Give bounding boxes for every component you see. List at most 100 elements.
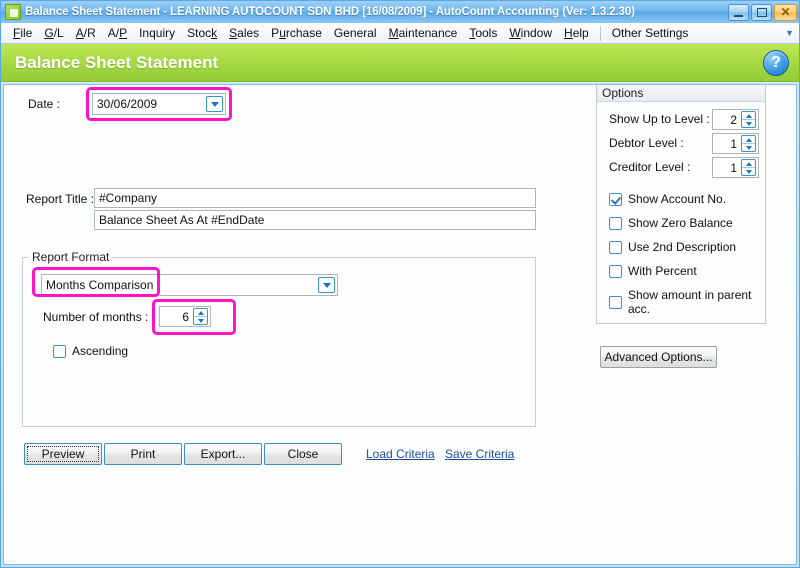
menu-item-general[interactable]: General: [328, 24, 383, 42]
menu-item-gl[interactable]: G/L: [38, 24, 69, 42]
minimize-button[interactable]: [728, 3, 749, 21]
app-icon: [5, 4, 21, 20]
menu-item-stock[interactable]: Stock: [181, 24, 223, 42]
spin-down-button[interactable]: [742, 120, 755, 127]
close-button[interactable]: ✕: [774, 3, 797, 21]
checkbox-row-show-account-no[interactable]: Show Account No.: [609, 192, 726, 206]
debtor-level-value: 1: [730, 136, 737, 151]
menu-label-file-rest: ile: [20, 26, 33, 40]
ascending-checkbox[interactable]: [53, 344, 66, 358]
date-label: Date :: [28, 97, 61, 111]
with-percent-label: With Percent: [628, 264, 697, 278]
show-up-to-level-stepper[interactable]: 2: [712, 109, 759, 130]
options-panel-title: Options: [597, 85, 765, 102]
form-client-area: Date : 30/06/2009 Report Title : Report …: [3, 84, 797, 565]
checkbox-row-show-amount-in-parent-acc[interactable]: Show amount in parent acc.: [609, 288, 765, 316]
spin-down-button[interactable]: [194, 317, 207, 324]
ascending-checkbox-row[interactable]: Ascending: [53, 344, 128, 358]
show-amount-in-parent-acc-label: Show amount in parent acc.: [628, 288, 752, 316]
chevron-down-icon: [210, 101, 219, 107]
menu-item-ar[interactable]: A/R: [70, 24, 102, 42]
report-format-dropdown-button[interactable]: [318, 277, 335, 293]
menu-item-help[interactable]: Help: [558, 24, 595, 42]
chevron-up-icon: [745, 137, 752, 142]
checkbox-row-use-2nd-description[interactable]: Use 2nd Description: [609, 240, 736, 254]
menu-item-purchase[interactable]: Purchase: [265, 24, 328, 42]
spin-up-button[interactable]: [742, 112, 755, 120]
close-icon: ✕: [780, 5, 791, 19]
menu-item-window[interactable]: Window: [503, 24, 558, 42]
menu-item-tools[interactable]: Tools: [463, 24, 503, 42]
show-up-to-level-spin-buttons[interactable]: [741, 111, 756, 128]
page-title: Balance Sheet Statement: [15, 52, 219, 72]
creditor-level-stepper[interactable]: 1: [712, 157, 759, 178]
report-title-label: Report Title :: [26, 192, 95, 206]
date-input[interactable]: 30/06/2009: [92, 93, 226, 115]
advanced-options-button[interactable]: Advanced Options...: [600, 346, 717, 368]
spin-up-button[interactable]: [742, 136, 755, 144]
chevron-up-icon: [197, 310, 204, 315]
show-zero-balance-checkbox[interactable]: [609, 216, 622, 230]
checkbox-row-with-percent[interactable]: With Percent: [609, 264, 697, 278]
close-form-button[interactable]: Close: [264, 443, 342, 465]
debtor-level-spin-buttons[interactable]: [741, 135, 756, 152]
creditor-level-spin-buttons[interactable]: [741, 159, 756, 176]
menu-item-inquiry[interactable]: Inquiry: [133, 24, 181, 42]
window-title: Balance Sheet Statement - LEARNING AUTOC…: [25, 6, 635, 18]
load-criteria-link[interactable]: Load Criteria: [366, 447, 435, 461]
menu-bar: File G/L A/R A/P Inquiry Stock Sales Pur…: [1, 23, 799, 44]
show-zero-balance-label: Show Zero Balance: [628, 216, 733, 230]
menu-separator: [599, 25, 601, 41]
menu-item-sales[interactable]: Sales: [223, 24, 265, 42]
report-format-dropdown[interactable]: Months Comparison: [41, 274, 338, 296]
chevron-down-icon: [197, 318, 204, 323]
preview-button[interactable]: Preview: [24, 443, 102, 465]
page-banner: Balance Sheet Statement ?: [1, 44, 799, 82]
creditor-level-label: Creditor Level :: [609, 160, 691, 174]
minimize-icon: [734, 14, 743, 17]
number-of-months-stepper[interactable]: 6: [159, 306, 211, 327]
report-title-line1-input[interactable]: [94, 188, 536, 208]
menu-item-maintenance[interactable]: Maintenance: [383, 24, 464, 42]
maximize-icon: [757, 7, 767, 17]
use-2nd-description-checkbox[interactable]: [609, 240, 622, 254]
debtor-level-stepper[interactable]: 1: [712, 133, 759, 154]
save-criteria-link[interactable]: Save Criteria: [445, 447, 514, 461]
chevron-up-icon: [745, 161, 752, 166]
report-format-group: Report Format Months Comparison Number o…: [22, 250, 536, 427]
show-account-no-label: Show Account No.: [628, 192, 727, 206]
show-up-to-level-label: Show Up to Level :: [609, 112, 710, 126]
with-percent-checkbox[interactable]: [609, 264, 622, 278]
report-format-group-label: Report Format: [29, 250, 113, 264]
menu-item-other-settings[interactable]: Other Settings: [606, 24, 695, 42]
ascending-label: Ascending: [72, 344, 129, 358]
title-bar: Balance Sheet Statement - LEARNING AUTOC…: [1, 1, 799, 23]
menu-overflow-icon[interactable]: ▼: [782, 25, 797, 41]
date-dropdown-button[interactable]: [206, 96, 223, 112]
spin-down-button[interactable]: [742, 144, 755, 151]
menu-item-ap[interactable]: A/P: [102, 24, 133, 42]
maximize-button[interactable]: [751, 3, 772, 21]
chevron-down-icon: [322, 282, 331, 288]
spin-up-button[interactable]: [194, 309, 207, 317]
show-amount-in-parent-acc-checkbox[interactable]: [609, 295, 622, 309]
report-format-value: Months Comparison: [46, 278, 154, 292]
show-up-to-level-value: 2: [730, 112, 737, 127]
spin-down-button[interactable]: [742, 168, 755, 175]
debtor-level-label: Debtor Level :: [609, 136, 684, 150]
application-window: Balance Sheet Statement - LEARNING AUTOC…: [0, 0, 800, 568]
help-circle-icon[interactable]: ?: [763, 49, 789, 76]
export-button[interactable]: Export...: [184, 443, 262, 465]
menu-item-file[interactable]: File: [7, 24, 38, 42]
report-title-line2-input[interactable]: [94, 210, 536, 230]
spin-up-button[interactable]: [742, 160, 755, 168]
creditor-level-value: 1: [730, 160, 737, 175]
show-account-no-checkbox[interactable]: [609, 192, 622, 206]
number-of-months-spin-buttons[interactable]: [193, 308, 208, 325]
chevron-down-icon: [745, 169, 752, 174]
chevron-down-icon: [745, 145, 752, 150]
checkbox-row-show-zero-balance[interactable]: Show Zero Balance: [609, 216, 733, 230]
print-button[interactable]: Print: [104, 443, 182, 465]
use-2nd-description-label: Use 2nd Description: [628, 240, 737, 254]
window-controls: ✕: [728, 3, 797, 21]
